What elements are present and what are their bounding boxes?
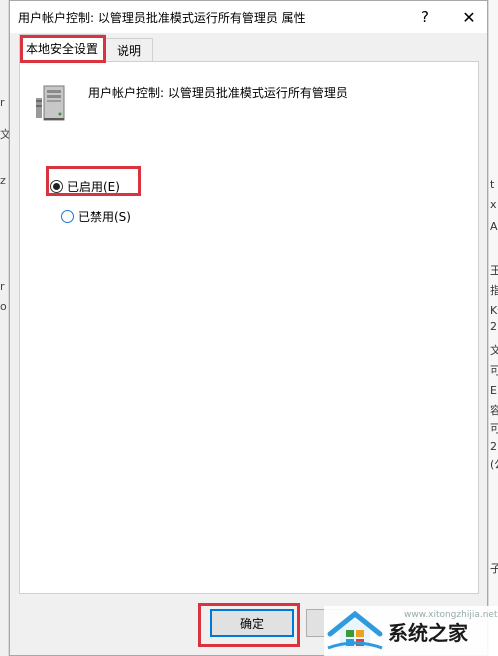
bg-text-fragment: E <box>490 384 497 397</box>
bg-text-fragment: r <box>0 96 5 109</box>
dialog-title: 用户帐户控制: 以管理员批准模式运行所有管理员 属性 <box>18 11 306 25</box>
bg-text-fragment: K件 <box>490 304 498 317</box>
bg-text-fragment: 子 <box>490 562 498 575</box>
help-button[interactable]: ? <box>402 1 448 33</box>
disabled-label: 已禁用(S) <box>78 210 131 224</box>
bg-text-fragment: z <box>0 174 6 187</box>
highlight-box-ok <box>198 603 300 647</box>
title-bar[interactable]: 用户帐户控制: 以管理员批准模式运行所有管理员 属性 ? ✕ <box>10 1 487 33</box>
bg-text-fragment: 2 <box>490 320 497 333</box>
watermark-text: 系统之家 <box>388 620 468 645</box>
tab-explain[interactable]: 说明 <box>105 38 153 62</box>
bg-text-fragment: 文 <box>0 128 9 141</box>
policy-title: 用户帐户控制: 以管理员批准模式运行所有管理员 <box>88 86 348 100</box>
bg-text-fragment: 可 <box>490 364 498 377</box>
bg-text-fragment: 容 <box>490 404 498 417</box>
bg-text-fragment: 2 <box>490 440 497 453</box>
background-window-right: t x A 王 指 K件 2 文件 可 E 容 可 2 (公 子 <box>488 0 498 656</box>
watermark-url: www.xitongzhijia.net <box>404 610 498 620</box>
watermark: 系统之家 www.xitongzhijia.net <box>324 606 498 656</box>
highlight-box-tab <box>20 35 106 63</box>
bg-text-fragment: o <box>0 300 7 313</box>
house-logo-icon <box>327 610 383 650</box>
highlight-box-enabled <box>46 166 141 196</box>
disabled-radio[interactable] <box>61 210 74 223</box>
close-button[interactable]: ✕ <box>446 1 492 33</box>
bg-text-fragment: 文件 <box>490 344 498 357</box>
bg-text-fragment: x <box>490 198 497 211</box>
bg-text-fragment: 王 <box>490 264 498 277</box>
server-computer-icon <box>36 85 65 121</box>
bg-text-fragment: t <box>490 178 495 191</box>
bg-text-fragment: A <box>490 220 498 233</box>
background-window-left: r 文 z r o <box>0 0 9 656</box>
bg-text-fragment: 指 <box>490 284 498 297</box>
bg-text-fragment: r <box>0 280 5 293</box>
disabled-radio-option[interactable]: 已禁用(S) <box>61 208 131 225</box>
bg-text-fragment: (公 <box>490 458 498 471</box>
bg-text-fragment: 可 <box>490 422 498 435</box>
tab-panel: 用户帐户控制: 以管理员批准模式运行所有管理员 已启用(E) 已禁用(S) <box>19 61 479 594</box>
properties-dialog: 用户帐户控制: 以管理员批准模式运行所有管理员 属性 ? ✕ 本地安全设置 说明… <box>9 0 488 656</box>
